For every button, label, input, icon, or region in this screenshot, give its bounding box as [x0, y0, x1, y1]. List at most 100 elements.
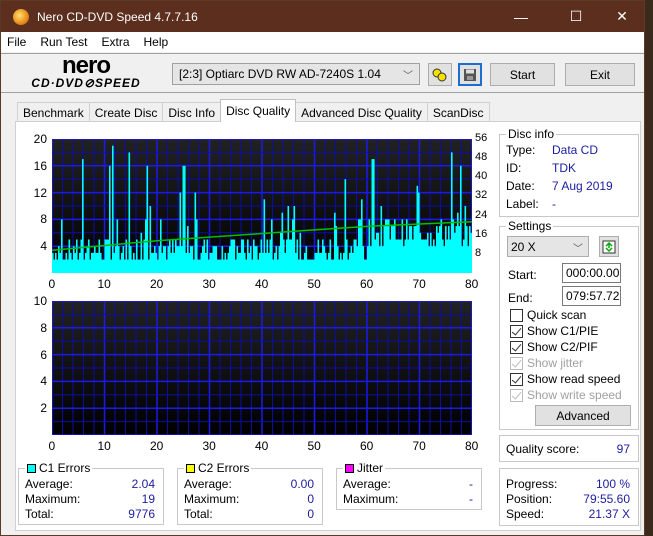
type-label: Type:: [506, 143, 536, 157]
c1-bar: [335, 226, 338, 273]
close-button[interactable]: ✕: [599, 1, 645, 32]
c1-bar: [55, 252, 57, 273]
menu-file[interactable]: File: [7, 35, 26, 49]
y2-tick-label: 16: [475, 227, 488, 240]
quality-score-value: 97: [616, 442, 630, 456]
c1-bar: [266, 239, 269, 273]
c1-bar: [362, 246, 365, 273]
menu-run-test[interactable]: Run Test: [40, 35, 87, 49]
tab-create-disc[interactable]: Create Disc: [88, 102, 164, 122]
c1-bar: [374, 239, 377, 273]
c1-bar: [221, 246, 224, 273]
advanced-button[interactable]: Advanced: [535, 405, 631, 426]
c1-bar: [403, 246, 405, 273]
c1-bar: [133, 252, 135, 273]
c1-bar: [260, 239, 263, 273]
checkbox-show-c1-pie[interactable]: Show C1/PIE: [510, 324, 598, 338]
disc-eject-button[interactable]: [428, 63, 452, 86]
c1-bar: [53, 259, 56, 273]
tab-bar: Benchmark Create Disc Disc Info Disc Qua…: [17, 99, 490, 122]
position-label: Position:: [506, 492, 553, 506]
quality-score-group: Quality score: 97: [499, 435, 639, 462]
x-tick-label: 40: [255, 439, 269, 453]
checkbox-quick-scan[interactable]: Quick scan: [510, 308, 586, 322]
refresh-button[interactable]: [599, 236, 619, 257]
x-tick-label: 60: [360, 439, 374, 453]
tab-benchmark[interactable]: Benchmark: [17, 102, 90, 122]
c1-bar: [64, 259, 66, 273]
checkbox-label: Show jitter: [527, 356, 584, 370]
checkbox-box: [510, 308, 523, 322]
c1-bar: [91, 252, 93, 273]
c1-bar: [433, 239, 435, 273]
drive-select[interactable]: [2:3] Optiarc DVD RW AD-7240S 1.04 ﹀: [172, 63, 420, 85]
c1-bar: [340, 252, 342, 273]
c1-bar: [377, 232, 380, 273]
c1-bar: [67, 259, 69, 273]
disc-info-group: Disc info Type: Data CD ID: TDK Date: 7 Aug…: [499, 127, 639, 217]
tab-advanced-disc-quality[interactable]: Advanced Disc Quality: [295, 102, 428, 122]
c1-bar: [179, 192, 182, 273]
tab-scandisc[interactable]: ScanDisc: [426, 102, 490, 122]
disc-label-value: -: [552, 197, 556, 211]
save-button[interactable]: [458, 63, 482, 86]
c1-bar: [388, 219, 390, 273]
c1-bar: [445, 226, 447, 273]
c1-bar: [319, 252, 321, 273]
end-time-field[interactable]: 079:57.72: [562, 286, 621, 306]
c1-errors-title: C1 Errors: [25, 461, 93, 475]
c1-bar: [386, 219, 389, 273]
settings-group: Settings 20 X ﹀ Start: 000:00.00 End: 07…: [499, 219, 639, 430]
c1-bar: [203, 239, 206, 273]
c1-bar: [227, 252, 230, 273]
c1-bar: [259, 252, 261, 273]
tab-disc-quality[interactable]: Disc Quality: [220, 99, 297, 122]
c1-bar: [209, 252, 212, 273]
checkbox-box: [510, 356, 523, 370]
c1-bar: [421, 239, 423, 273]
start-time-field[interactable]: 000:00.00: [562, 263, 621, 283]
c1-bar: [254, 246, 257, 273]
maximize-button[interactable]: ☐: [553, 1, 599, 32]
c1-bar: [212, 246, 215, 273]
c1-bar: [361, 199, 363, 273]
c1-bar: [217, 259, 219, 273]
c1-bar: [82, 159, 84, 273]
c1-bar: [434, 246, 437, 273]
speed-value: 21.37 X: [588, 507, 630, 521]
exit-button[interactable]: Exit: [565, 63, 635, 86]
c1-bar: [241, 239, 243, 273]
c1-bar: [440, 219, 443, 273]
c1-bar: [158, 246, 161, 273]
c2-errors-group: C2 Errors Average: 0.00 Maximum: 0 Total: 0: [177, 461, 323, 525]
jitter-max-value: -: [469, 492, 473, 506]
c1-bar: [239, 252, 242, 273]
c1-bar: [85, 252, 87, 273]
menu-help[interactable]: Help: [144, 35, 169, 49]
menu-extra[interactable]: Extra: [101, 35, 129, 49]
x-tick-label: 0: [48, 277, 56, 291]
speed-select[interactable]: 20 X ﹀: [507, 236, 589, 257]
y2-tick-label: 24: [475, 208, 488, 221]
checkbox-show-c2-pif[interactable]: Show C2/PIF: [510, 340, 598, 354]
jitter-color-swatch: [345, 463, 354, 473]
c1-bar: [214, 246, 216, 273]
c1-bar: [401, 219, 404, 273]
checkbox-show-read-speed[interactable]: Show read speed: [510, 372, 620, 386]
c1-bar: [454, 232, 456, 273]
c1-bar: [59, 252, 62, 273]
minimize-button[interactable]: —: [498, 1, 544, 32]
c2-max-label: Maximum:: [184, 492, 240, 506]
c1-bar: [206, 239, 209, 273]
c1-bar: [271, 219, 273, 273]
tab-disc-info[interactable]: Disc Info: [162, 102, 222, 122]
c1-bar: [415, 226, 417, 273]
c1-bar: [170, 252, 173, 273]
start-button[interactable]: Start: [490, 63, 555, 86]
c1-bar: [218, 259, 221, 273]
c1-bar: [424, 239, 426, 273]
c1-bar: [137, 259, 140, 273]
c1-bar: [71, 259, 74, 273]
c1-bar: [125, 239, 128, 273]
c1-total-label: Total:: [25, 507, 54, 521]
